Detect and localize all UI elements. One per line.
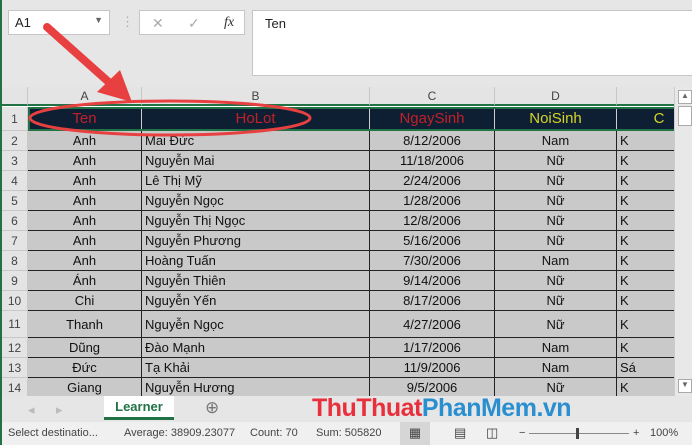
status-count: Count: 70 [250, 427, 298, 439]
highlight-ellipse [28, 99, 312, 137]
sheet-tab-learner[interactable]: Learner [104, 396, 174, 420]
annotation-overlay [28, 23, 312, 137]
status-mode: Select destinatio... [8, 427, 98, 439]
zoom-out-icon[interactable]: − [519, 427, 525, 439]
zoom-slider[interactable] [529, 433, 629, 434]
add-sheet-icon[interactable]: ⊕ [205, 398, 219, 418]
zoom-in-icon[interactable]: + [633, 427, 639, 439]
status-sum: Sum: 505820 [316, 427, 382, 439]
watermark-logo: ThuThuatPhanMem.vn [312, 394, 572, 422]
zoom-slider-thumb[interactable] [576, 428, 579, 439]
page-layout-view-icon[interactable]: ▤ [454, 425, 466, 441]
zoom-level[interactable]: 100% [650, 427, 678, 439]
scroll-left-icon[interactable]: ◂ [28, 402, 35, 418]
normal-view-icon[interactable]: ▦ [400, 422, 430, 445]
page-break-view-icon[interactable]: ◫ [486, 425, 498, 441]
scroll-right-icon[interactable]: ▸ [56, 402, 63, 418]
status-average: Average: 38909.23077 [124, 427, 236, 439]
sheet-tab-bar: ◂ ▸ Learner ⊕ ThuThuatPhanMem.vn [2, 394, 692, 422]
arrow-icon [43, 23, 116, 89]
status-bar: Select destinatio... Average: 38909.2307… [2, 422, 692, 445]
